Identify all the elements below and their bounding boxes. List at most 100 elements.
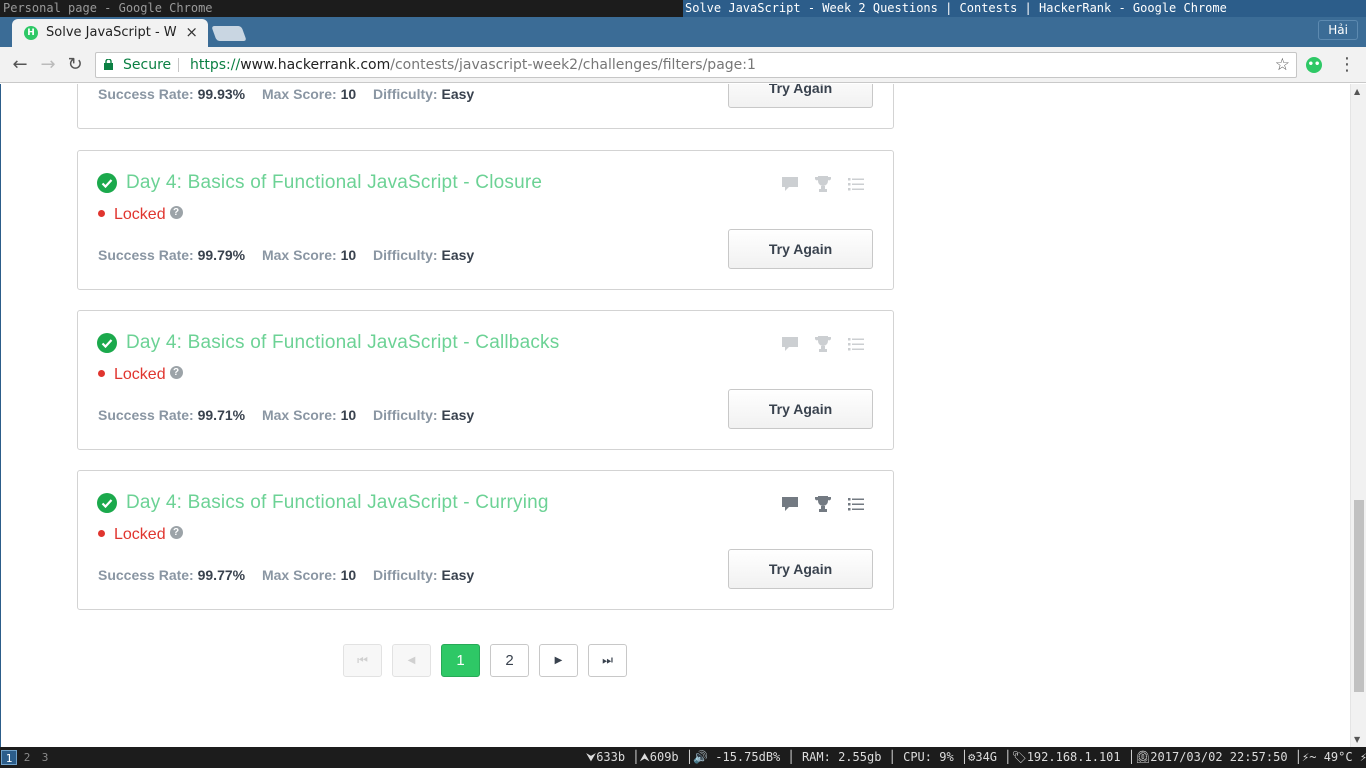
- new-tab-button[interactable]: [211, 26, 247, 41]
- hackerrank-favicon-icon: H: [24, 26, 38, 40]
- help-icon[interactable]: ?: [169, 526, 183, 539]
- locked-dot-icon: [98, 530, 105, 537]
- success-rate-label: Success Rate:: [98, 247, 194, 263]
- try-again-button[interactable]: Try Again: [728, 549, 873, 589]
- success-rate-label: Success Rate:: [98, 86, 194, 102]
- profile-button[interactable]: Hải: [1318, 20, 1358, 40]
- page-viewport: Success Rate: 99.93% Max Score: 10 Diffi…: [0, 84, 1350, 747]
- challenge-title-link[interactable]: Day 4: Basics of Functional JavaScript -…: [126, 332, 559, 354]
- address-bar[interactable]: Secure https://www.hackerrank.com/contes…: [95, 52, 1297, 78]
- reload-icon[interactable]: ↻: [64, 54, 86, 76]
- inactive-window-title[interactable]: Personal page - Google Chrome: [3, 0, 213, 16]
- leaderboard-list-icon[interactable]: [847, 335, 865, 353]
- try-again-button[interactable]: Try Again: [728, 229, 873, 269]
- bookmark-star-icon[interactable]: ☆: [1275, 53, 1290, 77]
- solved-check-icon: [97, 173, 117, 193]
- browser-tab-active[interactable]: H Solve JavaScript - W ×: [12, 19, 208, 47]
- difficulty-label: Difficulty:: [373, 247, 438, 263]
- try-again-button[interactable]: Try Again: [728, 84, 873, 108]
- max-score-value: 10: [340, 86, 357, 102]
- max-score-value: 10: [340, 247, 357, 263]
- max-score-label: Max Score:: [261, 407, 337, 423]
- url-host: www.hackerrank.com: [240, 57, 391, 73]
- trophy-icon[interactable]: [814, 175, 832, 193]
- window-manager-titlebar: Personal page - Google Chrome Solve Java…: [0, 0, 1366, 17]
- chrome-menu-icon[interactable]: ⋮: [1338, 54, 1356, 76]
- solved-check-icon: [97, 333, 117, 353]
- discussion-icon[interactable]: [781, 495, 799, 513]
- discussion-icon[interactable]: [781, 175, 799, 193]
- difficulty-value: Easy: [441, 407, 475, 423]
- locked-label: Locked: [114, 366, 166, 383]
- trophy-icon[interactable]: [814, 495, 832, 513]
- first-page-button[interactable]: ⏮: [343, 644, 382, 677]
- max-score-label: Max Score:: [261, 247, 337, 263]
- help-icon[interactable]: ?: [169, 366, 183, 379]
- challenge-actions: [781, 175, 871, 193]
- try-again-button[interactable]: Try Again: [728, 389, 873, 429]
- max-score-label: Max Score:: [261, 567, 337, 583]
- active-window-title[interactable]: Solve JavaScript - Week 2 Questions | Co…: [683, 0, 1366, 17]
- system-status-bar: 1 2 3 ⮟633b │⮝609b │🔊 -15.75dB% │ RAM: 2…: [0, 747, 1366, 768]
- challenge-actions: [781, 335, 871, 353]
- difficulty-label: Difficulty:: [373, 86, 438, 102]
- solved-check-icon: [97, 493, 117, 513]
- difficulty-value: Easy: [441, 567, 475, 583]
- max-score-label: Max Score:: [261, 86, 337, 102]
- help-icon[interactable]: ?: [169, 206, 183, 219]
- challenge-actions: [781, 495, 871, 513]
- success-rate-value: 99.71%: [197, 407, 246, 423]
- locked-dot-icon: [98, 210, 105, 217]
- locked-label: Locked: [114, 206, 166, 223]
- last-page-button[interactable]: ⏭: [588, 644, 627, 677]
- locked-status: Locked?: [98, 366, 183, 384]
- challenge-stats: Success Rate: 99.79% Max Score: 10 Diffi…: [98, 247, 487, 263]
- system-info-text: ⮟633b │⮝609b │🔊 -15.75dB% │ RAM: 2.55gb …: [586, 750, 1366, 764]
- browser-toolbar: ← → ↻ Secure https://www.hackerrank.com/…: [0, 47, 1366, 83]
- challenge-card: Day 4: Basics of Functional JavaScript -…: [77, 150, 894, 290]
- challenge-card-partial: Success Rate: 99.93% Max Score: 10 Diffi…: [77, 84, 894, 129]
- workspace-2[interactable]: 2: [19, 750, 35, 765]
- workspace-3[interactable]: 3: [37, 750, 53, 765]
- page-2-button[interactable]: 2: [490, 644, 529, 677]
- secure-label: Secure: [123, 57, 172, 73]
- trophy-icon[interactable]: [814, 335, 832, 353]
- max-score-value: 10: [340, 567, 357, 583]
- previous-page-button[interactable]: ◀: [392, 644, 431, 677]
- tab-title: Solve JavaScript - W: [46, 25, 177, 40]
- page-scrollbar[interactable]: ▲ ▼: [1350, 84, 1366, 747]
- url-text[interactable]: https://www.hackerrank.com/contests/java…: [190, 53, 756, 77]
- challenge-card: Day 4: Basics of Functional JavaScript -…: [77, 470, 894, 610]
- browser-tab-strip: H Solve JavaScript - W × Hải: [0, 17, 1366, 47]
- back-arrow-icon[interactable]: ←: [9, 54, 31, 76]
- challenge-title-link[interactable]: Day 4: Basics of Functional JavaScript -…: [126, 492, 549, 514]
- difficulty-value: Easy: [441, 86, 475, 102]
- challenge-stats: Success Rate: 99.71% Max Score: 10 Diffi…: [98, 407, 487, 423]
- page-1-button[interactable]: 1: [441, 644, 480, 677]
- difficulty-value: Easy: [441, 247, 475, 263]
- next-page-button[interactable]: ▶: [539, 644, 578, 677]
- scroll-up-arrow-icon[interactable]: ▲: [1354, 87, 1360, 96]
- lock-icon: [104, 59, 113, 70]
- tab-close-icon[interactable]: ×: [185, 23, 198, 41]
- discussion-icon[interactable]: [781, 335, 799, 353]
- leaderboard-list-icon[interactable]: [847, 175, 865, 193]
- locked-dot-icon: [98, 370, 105, 377]
- challenge-title-link[interactable]: Day 4: Basics of Functional JavaScript -…: [126, 172, 542, 194]
- scroll-down-arrow-icon[interactable]: ▼: [1354, 735, 1360, 744]
- forward-arrow-icon[interactable]: →: [37, 54, 59, 76]
- difficulty-label: Difficulty:: [373, 567, 438, 583]
- success-rate-label: Success Rate:: [98, 567, 194, 583]
- url-scheme: https://: [190, 57, 241, 73]
- url-path: /contests/javascript-week2/challenges/fi…: [390, 57, 756, 73]
- leaderboard-list-icon[interactable]: [847, 495, 865, 513]
- success-rate-value: 99.77%: [197, 567, 246, 583]
- omnibox-divider: [178, 58, 179, 72]
- scrollbar-thumb[interactable]: [1354, 500, 1364, 692]
- success-rate-value: 99.93%: [197, 86, 246, 102]
- workspace-1[interactable]: 1: [1, 750, 17, 765]
- locked-label: Locked: [114, 526, 166, 543]
- success-rate-label: Success Rate:: [98, 407, 194, 423]
- challenge-stats: Success Rate: 99.93% Max Score: 10 Diffi…: [98, 86, 487, 102]
- hangouts-extension-icon[interactable]: ••: [1306, 57, 1322, 73]
